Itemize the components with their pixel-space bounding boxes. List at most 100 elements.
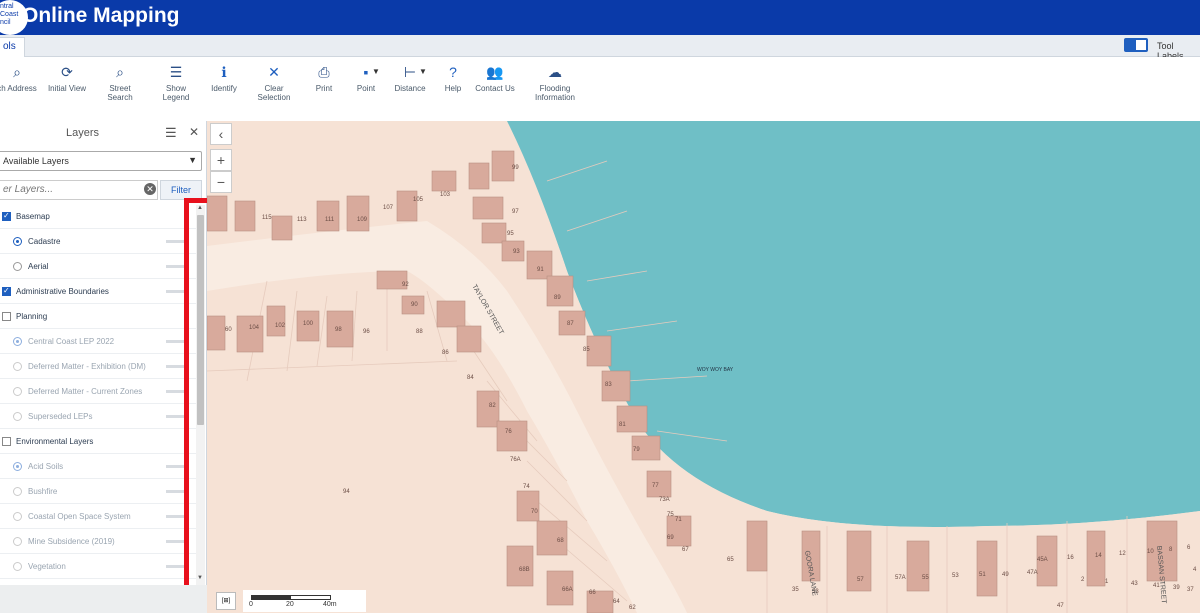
lot-label: 98 (335, 327, 342, 333)
panel-footer (0, 585, 207, 613)
opacity-slider[interactable] (166, 240, 185, 243)
layer-radio[interactable] (13, 362, 22, 371)
collapse-panel-button[interactable]: ‹ (210, 123, 232, 145)
opacity-slider[interactable] (166, 515, 185, 518)
opacity-slider[interactable] (166, 365, 185, 368)
opacity-slider[interactable] (166, 415, 185, 418)
opacity-slider[interactable] (166, 565, 185, 568)
lot-label: 96 (363, 329, 370, 335)
layer-row[interactable]: Cadastre (0, 229, 196, 254)
search-address-button[interactable]: ⌕ ch Address (0, 63, 38, 93)
layer-radio[interactable] (13, 262, 22, 271)
opacity-slider[interactable] (166, 465, 185, 468)
scale-label-20: 20 (286, 601, 294, 608)
map-tool-icon[interactable]: [⊞] (216, 592, 236, 610)
layer-row[interactable]: Superseded LEPs (0, 404, 196, 429)
show-legend-button[interactable]: ☰ Show Legend (152, 63, 200, 102)
lot-label: 76A (510, 457, 521, 463)
street-search-button[interactable]: ⌕ Street Search (96, 63, 144, 102)
help-icon: ? (449, 64, 457, 80)
scale-label-40: 40m (323, 601, 337, 608)
layer-radio[interactable] (13, 537, 22, 546)
opacity-slider[interactable] (166, 390, 185, 393)
tab-tools[interactable]: ols (0, 37, 25, 58)
layer-row[interactable]: Acid Soils (0, 454, 196, 479)
flooding-information-button[interactable]: ☁ Flooding Information (533, 63, 577, 102)
layer-label: Deferred Matter - Exhibition (DM) (28, 362, 146, 371)
clear-filter-icon[interactable]: ✕ (144, 183, 156, 195)
lot-label: 10 (1147, 549, 1154, 555)
layer-row[interactable]: Environmental Layers (0, 429, 196, 454)
scale-bar: 0 20 40m (243, 590, 366, 612)
lot-label: 115 (262, 215, 272, 221)
initial-view-button[interactable]: ⟳ Initial View (47, 63, 87, 93)
layer-radio[interactable] (13, 337, 22, 346)
map-view[interactable]: 99 97 95 93 91 89 87 85 83 81 79 77 75 7… (207, 121, 1200, 613)
layer-label: Mine Subsidence (2019) (28, 537, 115, 546)
lot-label: 14 (1095, 553, 1102, 559)
layer-row[interactable]: Deferred Matter - Exhibition (DM) (0, 354, 196, 379)
opacity-slider[interactable] (166, 490, 185, 493)
zoom-out-button[interactable]: − (210, 171, 232, 193)
layer-row[interactable]: Planning (0, 304, 196, 329)
lot-label: 105 (413, 197, 424, 203)
zoom-in-button[interactable]: + (210, 149, 232, 171)
layer-checkbox[interactable] (2, 312, 11, 321)
point-dropdown-caret[interactable]: ▼ (372, 67, 380, 76)
lot-label: 71 (675, 517, 682, 523)
scale-label-0: 0 (249, 601, 253, 608)
layer-radio[interactable] (13, 512, 22, 521)
tool-label: Street Search (107, 84, 133, 102)
lot-label: 70 (531, 509, 538, 515)
layer-radio[interactable] (13, 487, 22, 496)
contact-us-button[interactable]: 👥 Contact Us (475, 63, 515, 93)
identify-button[interactable]: ℹ Identify (209, 63, 239, 93)
lot-label: 85 (583, 347, 590, 353)
layer-radio[interactable] (13, 562, 22, 571)
layer-label: Administrative Boundaries (16, 287, 109, 296)
panel-close-icon[interactable]: ✕ (189, 125, 199, 139)
layer-label: Vegetation (28, 562, 66, 571)
layer-row[interactable]: Mine Subsidence (2019) (0, 529, 196, 554)
layer-row[interactable]: Coastal Open Space System (0, 504, 196, 529)
layer-row[interactable]: Central Coast LEP 2022 (0, 329, 196, 354)
layer-radio[interactable] (13, 387, 22, 396)
layer-checkbox[interactable] (2, 211, 11, 221)
lot-label: 100 (303, 321, 314, 327)
lot-label: 64 (613, 599, 620, 605)
print-button[interactable]: ⎙ Print (312, 63, 336, 93)
opacity-slider[interactable] (166, 340, 185, 343)
filter-input[interactable]: er Layers... (0, 180, 158, 200)
layer-radio[interactable] (13, 462, 22, 471)
tool-labels-toggle[interactable] (1124, 38, 1148, 52)
opacity-slider[interactable] (166, 290, 185, 293)
layer-label: Cadastre (28, 237, 61, 246)
layer-row[interactable]: Basemap (0, 204, 196, 229)
tool-label: Flooding (539, 84, 571, 93)
filter-button[interactable]: Filter (160, 180, 202, 200)
layer-row[interactable]: Aerial (0, 254, 196, 279)
opacity-slider[interactable] (166, 540, 185, 543)
lot-label: 76 (505, 429, 512, 435)
tool-label: Point (356, 84, 376, 93)
layer-row[interactable]: Vegetation (0, 554, 196, 579)
help-button[interactable]: ? Help (442, 63, 464, 93)
print-icon: ⎙ (318, 64, 330, 80)
distance-dropdown-caret[interactable]: ▼ (419, 67, 427, 76)
tool-label: Show Legend (162, 84, 190, 102)
layer-row[interactable]: Bushfire (0, 479, 196, 504)
layer-row[interactable]: Deferred Matter - Current Zones (0, 379, 196, 404)
layer-checkbox[interactable] (2, 437, 11, 446)
layer-checkbox[interactable] (2, 286, 11, 296)
lot-label: 55 (922, 575, 929, 581)
layer-radio[interactable] (13, 237, 22, 246)
lot-label: 16 (1067, 555, 1074, 561)
map-canvas: 99 97 95 93 91 89 87 85 83 81 79 77 75 7… (207, 121, 1200, 613)
layer-row[interactable]: Administrative Boundaries (0, 279, 196, 304)
lot-label: 74 (523, 484, 530, 490)
layer-radio[interactable] (13, 412, 22, 421)
panel-menu-icon[interactable]: ☰ (165, 125, 177, 141)
clear-selection-button[interactable]: ✕ Clear Selection (247, 63, 301, 102)
opacity-slider[interactable] (166, 265, 185, 268)
layer-select[interactable]: Available Layers ▼ (0, 151, 202, 171)
